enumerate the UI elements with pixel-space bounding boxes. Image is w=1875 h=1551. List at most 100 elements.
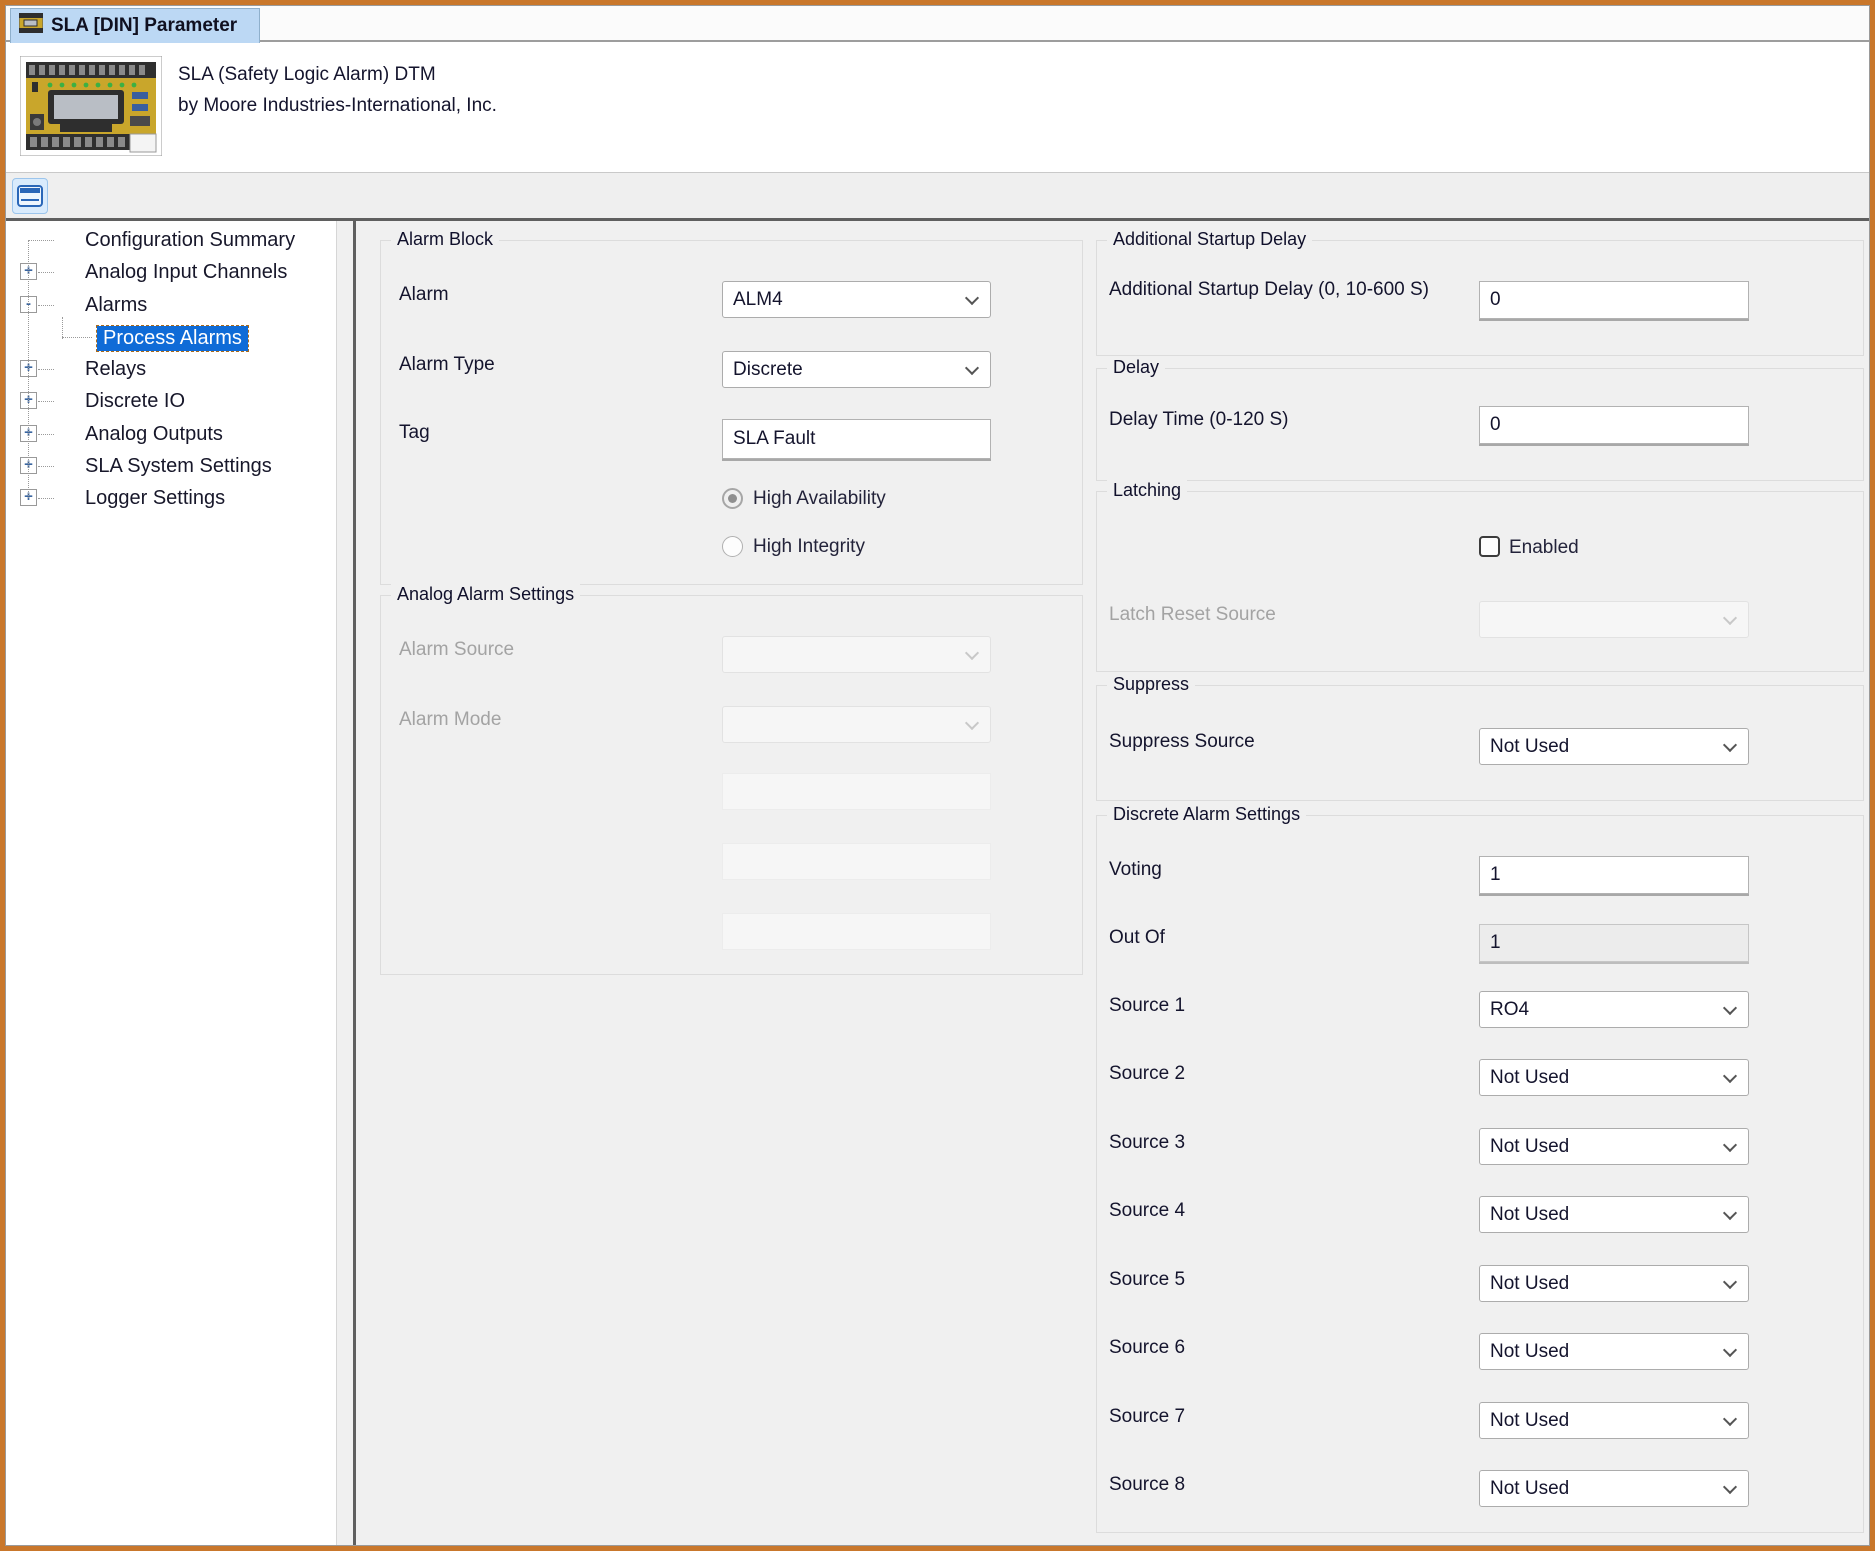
tree-item-relays[interactable]: +Relays — [6, 358, 336, 382]
tag-input[interactable]: SLA Fault — [722, 419, 991, 459]
voting-label: Voting — [1109, 859, 1162, 881]
tree-connector — [38, 498, 54, 499]
source-3-label: Source 3 — [1109, 1132, 1185, 1154]
tree-connector — [38, 466, 54, 467]
parameter-view-button[interactable] — [12, 178, 48, 214]
dtm-header: SLA (Safety Logic Alarm) DTM by Moore In… — [6, 44, 1869, 172]
tree-item-sla-system-settings[interactable]: +SLA System Settings — [6, 455, 336, 479]
analog-setpoint-input-1 — [722, 773, 991, 810]
latching-title: Latching — [1107, 480, 1187, 501]
source-2-value: Not Used — [1480, 1060, 1748, 1095]
source-7-value: Not Used — [1480, 1403, 1748, 1438]
tree-item-alarms[interactable]: -Alarms — [6, 294, 336, 318]
source-6-label: Source 6 — [1109, 1337, 1185, 1359]
source-7-select[interactable]: Not Used — [1479, 1402, 1749, 1439]
source-6-select[interactable]: Not Used — [1479, 1333, 1749, 1370]
source-5-label: Source 5 — [1109, 1269, 1185, 1291]
source-4-label: Source 4 — [1109, 1200, 1185, 1222]
delay-title: Delay — [1107, 357, 1165, 378]
dtm-window: SLA [DIN] Parameter — [6, 6, 1869, 1545]
tree-connector — [28, 240, 29, 498]
high-availability-label: High Availability — [753, 488, 886, 510]
tree-item-label[interactable]: Configuration Summary — [85, 229, 295, 252]
sla-parameter-window: { "window": { "tab_title": "SLA [DIN] Pa… — [0, 0, 1875, 1551]
additional-startup-delay-label: Additional Startup Delay (0, 10-600 S) — [1109, 279, 1439, 301]
tree-item-analog-input-channels[interactable]: +Analog Input Channels — [6, 261, 336, 285]
latch-reset-source-label: Latch Reset Source — [1109, 604, 1276, 626]
tree-item-analog-outputs[interactable]: +Analog Outputs — [6, 423, 336, 447]
delay-time-label: Delay Time (0-120 S) — [1109, 409, 1289, 431]
tree-item-discrete-io[interactable]: +Discrete IO — [6, 390, 336, 414]
dtm-title: SLA (Safety Logic Alarm) DTM — [178, 64, 436, 86]
window-icon — [17, 185, 43, 207]
tree-item-label[interactable]: Discrete IO — [85, 390, 185, 413]
high-integrity-radio — [722, 536, 743, 557]
tree-item-label[interactable]: Process Alarms — [97, 326, 248, 351]
device-photo — [20, 56, 162, 161]
parameter-content: Alarm Block Alarm ALM4 Alarm Type Discre… — [356, 221, 1869, 1545]
source-3-select[interactable]: Not Used — [1479, 1128, 1749, 1165]
latch-reset-source-select — [1479, 601, 1749, 638]
source-2-select[interactable]: Not Used — [1479, 1059, 1749, 1096]
source-4-select[interactable]: Not Used — [1479, 1196, 1749, 1233]
device-tab-icon — [19, 13, 43, 39]
suppress-group: Suppress Suppress Source Not Used — [1096, 685, 1864, 801]
alarm-type-select-value: Discrete — [723, 352, 990, 387]
tree-connector — [38, 401, 54, 402]
tree-connector — [38, 434, 54, 435]
alarm-select-value: ALM4 — [723, 282, 990, 317]
tab-title: SLA [DIN] Parameter — [51, 15, 237, 37]
tree-item-logger-settings[interactable]: +Logger Settings — [6, 487, 336, 511]
source-8-value: Not Used — [1480, 1471, 1748, 1506]
tree-connector — [38, 369, 54, 370]
alarm-source-label: Alarm Source — [399, 639, 514, 661]
tree-item-process-alarms[interactable]: Process Alarms — [6, 326, 336, 350]
tag-label: Tag — [399, 422, 430, 444]
high-availability-radio — [722, 488, 743, 509]
toolbar — [6, 172, 1869, 218]
alarm-block-group: Alarm Block Alarm ALM4 Alarm Type Discre… — [380, 240, 1083, 585]
source-1-value: RO4 — [1480, 992, 1748, 1027]
delay-group: Delay Delay Time (0-120 S) 0 — [1096, 368, 1864, 481]
tab-sla-din-parameter[interactable]: SLA [DIN] Parameter — [10, 8, 260, 43]
alarm-select[interactable]: ALM4 — [722, 281, 991, 318]
chevron-down-icon — [965, 716, 979, 730]
source-8-select[interactable]: Not Used — [1479, 1470, 1749, 1507]
tree-item-label[interactable]: Alarms — [85, 294, 147, 317]
analog-setpoint-input-3 — [722, 913, 991, 950]
tree-item-label[interactable]: Analog Input Channels — [85, 261, 287, 284]
alarm-mode-label: Alarm Mode — [399, 709, 501, 731]
suppress-source-value: Not Used — [1480, 729, 1748, 764]
analog-setpoint-input-2 — [722, 843, 991, 880]
tree-connector — [38, 272, 54, 273]
tree-item-label[interactable]: Relays — [85, 358, 146, 381]
tree-item-configuration-summary[interactable]: Configuration Summary — [6, 229, 336, 253]
voting-input[interactable]: 1 — [1479, 856, 1749, 894]
tree-item-label[interactable]: Analog Outputs — [85, 423, 223, 446]
additional-startup-delay-input[interactable]: 0 — [1479, 281, 1749, 319]
source-7-label: Source 7 — [1109, 1406, 1185, 1428]
discrete-alarm-settings-title: Discrete Alarm Settings — [1107, 804, 1306, 825]
discrete-alarm-settings-group: Discrete Alarm Settings Voting 1 Out Of … — [1096, 815, 1864, 1533]
source-4-value: Not Used — [1480, 1197, 1748, 1232]
analog-alarm-settings-title: Analog Alarm Settings — [391, 584, 580, 605]
high-integrity-label: High Integrity — [753, 536, 865, 558]
tree-item-label[interactable]: Logger Settings — [85, 487, 225, 510]
chevron-down-icon — [965, 646, 979, 660]
latching-enabled-checkbox[interactable] — [1479, 536, 1500, 557]
alarm-type-select[interactable]: Discrete — [722, 351, 991, 388]
out-of-input: 1 — [1479, 924, 1749, 962]
tree-connector — [38, 305, 54, 306]
suppress-source-select[interactable]: Not Used — [1479, 728, 1749, 765]
out-of-label: Out Of — [1109, 927, 1165, 949]
alarm-mode-select — [722, 706, 991, 743]
latching-enabled-label: Enabled — [1509, 537, 1579, 559]
source-5-select[interactable]: Not Used — [1479, 1265, 1749, 1302]
delay-time-input[interactable]: 0 — [1479, 406, 1749, 444]
suppress-source-label: Suppress Source — [1109, 731, 1255, 753]
additional-startup-delay-title: Additional Startup Delay — [1107, 229, 1312, 250]
tree-item-label[interactable]: SLA System Settings — [85, 455, 272, 478]
alarm-type-label: Alarm Type — [399, 354, 495, 376]
suppress-title: Suppress — [1107, 674, 1195, 695]
source-1-select[interactable]: RO4 — [1479, 991, 1749, 1028]
